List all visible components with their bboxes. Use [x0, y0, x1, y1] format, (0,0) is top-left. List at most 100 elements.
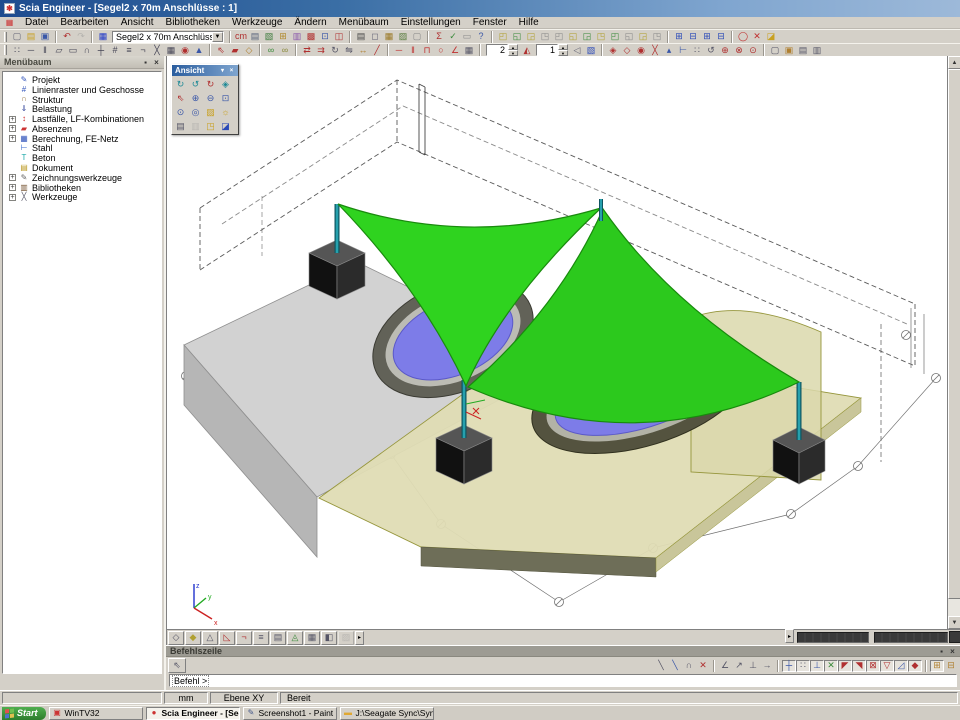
tree-item-zeichnungswerkzeuge[interactable]: + ✎ Zeichnungswerkzeuge — [3, 173, 161, 183]
named-view-icon[interactable]: ▧ — [584, 44, 598, 56]
print-view-icon[interactable]: ▤ — [173, 119, 188, 133]
menu-fenster[interactable]: Fenster — [467, 17, 513, 29]
tree-item-bibliotheken[interactable]: + ▥ Bibliotheken — [3, 183, 161, 193]
merge-icon[interactable]: ⊕ — [718, 44, 732, 56]
menu-werkzeuge[interactable]: Werkzeuge — [226, 17, 288, 29]
window-layout-icon-8[interactable]: ◳ — [594, 31, 608, 43]
scale-spinner[interactable]: 2 ▲▼ — [486, 44, 518, 56]
new-icon[interactable]: ▢ — [10, 31, 24, 43]
active-layer-icon[interactable]: ◭ — [520, 44, 534, 56]
column-icon[interactable]: ‖ — [38, 44, 52, 56]
storey-icon[interactable]: ≡ — [122, 44, 136, 56]
renumber-icon[interactable]: ↺ — [704, 44, 718, 56]
node-gen-icon[interactable]: ∷ — [690, 44, 704, 56]
snap-tangent-icon[interactable]: ◿ — [894, 660, 908, 672]
axes-display-icon[interactable]: ◬ — [287, 631, 303, 645]
toolbar-overflow-icon[interactable]: ▸ — [355, 631, 364, 645]
snap-endpoint-icon[interactable]: ◤ — [838, 660, 852, 672]
task-scia[interactable]: ● Scia Engineer - [Segel... — [146, 707, 240, 720]
polyline-icon[interactable]: ‖ — [406, 44, 420, 56]
view-palette-header[interactable]: Ansicht ▾ × — [172, 65, 238, 76]
window-split-icon-3[interactable]: ⊞ — [700, 31, 714, 43]
perp-input-icon[interactable]: ⊥ — [746, 660, 760, 672]
hinge2-icon[interactable]: ◉ — [634, 44, 648, 56]
menu-tree-header[interactable]: Menübaum ▪ × — [0, 56, 164, 69]
tree-item-linienraster[interactable]: + # Linienraster und Geschosse — [3, 85, 161, 95]
polyline-tool-icon[interactable]: ╲ — [654, 660, 668, 672]
grid-spinner-value[interactable]: 1 — [536, 44, 558, 56]
snap-grid-icon[interactable]: ∷ — [796, 660, 810, 672]
paste-icon[interactable]: ▥ — [290, 31, 304, 43]
brace-icon[interactable]: ╳ — [150, 44, 164, 56]
document-icon[interactable]: ▢ — [410, 31, 424, 43]
rigid-arm-icon[interactable]: ⊢ — [676, 44, 690, 56]
help-icon[interactable]: ? — [474, 31, 488, 43]
shell-icon[interactable]: ∩ — [80, 44, 94, 56]
trim-icon[interactable]: ╱ — [370, 44, 384, 56]
tree-item-lastfaelle[interactable]: + ↕ Lastfälle, LF-Kombinationen — [3, 114, 161, 124]
scroll-down-icon[interactable]: ▼ — [948, 616, 960, 629]
task-paint[interactable]: ✎ Screenshot1 - Paint — [243, 707, 337, 720]
disconnect-icon[interactable]: ◇ — [620, 44, 634, 56]
angle-icon[interactable]: ∠ — [448, 44, 462, 56]
angle-input-icon[interactable]: ∠ — [718, 660, 732, 672]
shaded-icon[interactable]: ▣ — [782, 44, 796, 56]
remove-icon[interactable]: ✕ — [750, 31, 764, 43]
window-layout-icon-12[interactable]: ◳ — [650, 31, 664, 43]
title-bar[interactable]: ✱ Scia Engineer - [Segel2 x 70m Anschlüs… — [0, 0, 960, 17]
tree-item-absenzen[interactable]: + ▰ Absenzen — [3, 124, 161, 134]
wall-icon[interactable]: ▭ — [66, 44, 80, 56]
image-icon[interactable]: ▨ — [396, 31, 410, 43]
prev-view-icon[interactable]: ◁ — [570, 44, 584, 56]
capture-icon[interactable]: ▥ — [188, 119, 203, 133]
zoom-all-icon[interactable]: ⊙ — [173, 105, 188, 119]
screen-icon[interactable]: ⊡ — [318, 31, 332, 43]
params-icon[interactable]: ▤ — [796, 44, 810, 56]
copy-icon[interactable]: ⊞ — [276, 31, 290, 43]
window-layout-icon-1[interactable]: ◰ — [496, 31, 510, 43]
task-wintv[interactable]: ▣ WinTV32 — [49, 707, 143, 720]
view-y-icon[interactable]: ↺ — [188, 77, 203, 91]
window-layout-icon-2[interactable]: ◱ — [510, 31, 524, 43]
hide-element-icon[interactable]: ◯ — [736, 31, 750, 43]
vertical-scrollbar[interactable]: ▲ ▼ — [947, 56, 960, 629]
deselect-icon[interactable]: ◇ — [242, 44, 256, 56]
circle-icon[interactable]: ○ — [434, 44, 448, 56]
connect-icon[interactable]: ◈ — [606, 44, 620, 56]
model-scene[interactable]: z y x — [167, 56, 948, 629]
view-settings-icon[interactable]: ◪ — [218, 119, 233, 133]
snap-node-icon[interactable]: ◆ — [908, 660, 922, 672]
zoom-window-icon[interactable]: ⊡ — [218, 91, 233, 105]
node-icon[interactable]: ∷ — [10, 44, 24, 56]
save-icon[interactable]: ▣ — [38, 31, 52, 43]
view-axo-icon[interactable]: ◈ — [218, 77, 233, 91]
window-layout-icon-5[interactable]: ◰ — [552, 31, 566, 43]
vector-input-icon[interactable]: ↗ — [732, 660, 746, 672]
task-explorer[interactable]: ▬ J:\Seagate Sync\SyncRe... — [340, 707, 434, 720]
menu-menubaum[interactable]: Menübaum — [333, 17, 395, 29]
chevron-down-icon[interactable]: ▼ — [212, 32, 223, 42]
window-split-icon-4[interactable]: ⊟ — [714, 31, 728, 43]
select-flag-icon[interactable]: ▰ — [228, 44, 242, 56]
work-plane-cell[interactable]: Ebene XY — [210, 692, 278, 704]
protocol-icon[interactable]: ▭ — [460, 31, 474, 43]
render-mode-icon[interactable]: ◆ — [185, 631, 201, 645]
pointer-mode-button[interactable]: ⇖ — [168, 658, 186, 673]
tree-item-werkzeuge[interactable]: + ╳ Werkzeuge — [3, 193, 161, 203]
link-icon[interactable]: ∞ — [264, 44, 278, 56]
print-icon[interactable]: ▤ — [354, 31, 368, 43]
fast-adjust-icon[interactable]: ▦ — [304, 631, 320, 645]
beam-icon[interactable]: ─ — [24, 44, 38, 56]
menu-bearbeiten[interactable]: Bearbeiten — [54, 17, 114, 29]
close-icon[interactable]: × — [227, 66, 236, 75]
activity-icon[interactable]: ◧ — [321, 631, 337, 645]
undo-icon[interactable]: ↶ — [60, 31, 74, 43]
rect-icon[interactable]: ⊓ — [420, 44, 434, 56]
project-window-icon[interactable]: ▦ — [96, 31, 110, 43]
scroll-up-icon[interactable]: ▲ — [948, 56, 960, 69]
window-layout-icon-6[interactable]: ◱ — [566, 31, 580, 43]
direction-icon[interactable]: → — [760, 660, 774, 672]
arc-tool-icon[interactable]: ∩ — [682, 660, 696, 672]
move-icon[interactable]: ⇄ — [300, 44, 314, 56]
zoom-out-icon[interactable]: ⊖ — [203, 91, 218, 105]
